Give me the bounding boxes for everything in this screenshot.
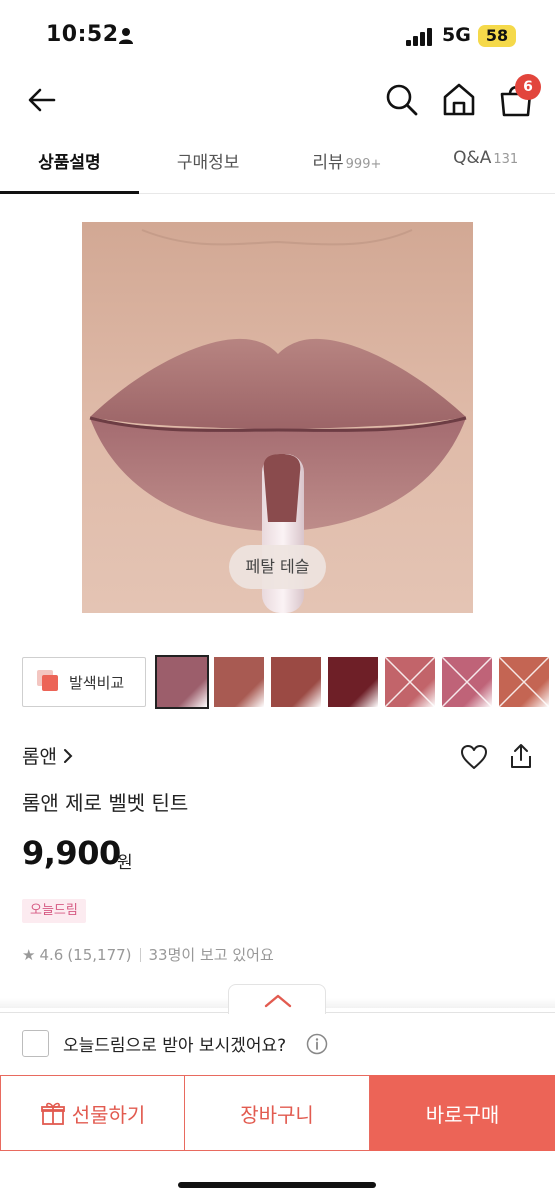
- battery-indicator: 58: [478, 25, 516, 47]
- today-delivery-question: 오늘드림으로 받아 보시겠어요?: [63, 1036, 287, 1056]
- person-icon: [119, 28, 133, 44]
- star-icon: ★: [22, 945, 36, 964]
- gift-label: 선물하기: [71, 1102, 146, 1127]
- info-icon[interactable]: [306, 1033, 328, 1055]
- chevron-up-icon: [264, 994, 292, 1008]
- rating-row[interactable]: ★ 4.6 (15,177) 33명이 보고 있어요: [22, 944, 274, 965]
- gift-icon: [40, 1102, 65, 1125]
- tab-qna[interactable]: Q&A 131: [416, 138, 555, 193]
- buy-label: 바로구매: [425, 1102, 500, 1127]
- color-swatch[interactable]: [499, 657, 549, 707]
- tab-label: Q&A: [453, 148, 492, 168]
- network-type: 5G: [442, 24, 471, 46]
- color-swatch[interactable]: [155, 655, 209, 709]
- cart-count-badge: 6: [515, 74, 541, 100]
- brand-name: 롬앤: [22, 746, 57, 768]
- status-time: 10:52: [46, 22, 119, 47]
- tab-label: 리뷰: [312, 153, 344, 173]
- color-name-label[interactable]: 페탈 테슬: [229, 545, 326, 589]
- heart-icon[interactable]: [460, 744, 488, 770]
- product-tabs: 상품설명 구매정보 리뷰 999+ Q&A 131: [0, 138, 555, 194]
- price-amount: 9,900: [22, 834, 121, 872]
- tab-count: 999+: [345, 157, 382, 172]
- sheet-toggle[interactable]: [228, 984, 326, 1014]
- product-name: 롬앤 제로 벨벳 틴트: [22, 791, 189, 815]
- color-swatch[interactable]: [214, 657, 264, 707]
- chevron-right-icon: [63, 748, 73, 763]
- review-count: (15,177): [67, 945, 132, 964]
- rating-value: 4.6: [39, 945, 64, 964]
- today-delivery-badge: 오늘드림: [22, 899, 86, 923]
- search-icon[interactable]: [384, 82, 420, 118]
- tab-reviews[interactable]: 리뷰 999+: [278, 138, 417, 193]
- color-swatch[interactable]: [271, 657, 321, 707]
- brand-link[interactable]: 롬앤: [22, 742, 73, 769]
- top-nav: [0, 70, 555, 130]
- gift-button[interactable]: 선물하기: [0, 1075, 185, 1151]
- price-unit: 원: [117, 853, 133, 873]
- add-to-cart-button[interactable]: 장바구니: [185, 1075, 370, 1151]
- home-icon[interactable]: [441, 81, 477, 117]
- back-arrow-icon[interactable]: [24, 82, 60, 118]
- viewers-text: 33명이 보고 있어요: [148, 946, 274, 964]
- sold-out-cross-icon: [385, 657, 435, 707]
- color-swatch[interactable]: [385, 657, 435, 707]
- tab-label: 구매정보: [176, 153, 240, 173]
- divider: [139, 947, 141, 962]
- tab-purchase-info[interactable]: 구매정보: [139, 138, 278, 193]
- color-compare-button[interactable]: 발색비교: [22, 657, 146, 707]
- share-icon[interactable]: [508, 742, 534, 770]
- home-indicator: [178, 1182, 376, 1188]
- color-swatch[interactable]: [442, 657, 492, 707]
- color-swatch[interactable]: [328, 657, 378, 707]
- sold-out-cross-icon: [499, 657, 549, 707]
- status-bar: 10:52 5G 58: [0, 0, 555, 68]
- buy-now-button[interactable]: 바로구매: [370, 1075, 555, 1151]
- tab-label: 상품설명: [38, 153, 101, 173]
- today-delivery-checkbox[interactable]: [22, 1030, 49, 1057]
- cart-label: 장바구니: [240, 1102, 314, 1127]
- color-compare-label: 발색비교: [69, 673, 125, 692]
- tab-description[interactable]: 상품설명: [0, 138, 139, 194]
- signal-icon: [406, 28, 434, 46]
- sold-out-cross-icon: [442, 657, 492, 707]
- tab-count: 131: [493, 152, 519, 167]
- color-chip-icon: [37, 670, 61, 694]
